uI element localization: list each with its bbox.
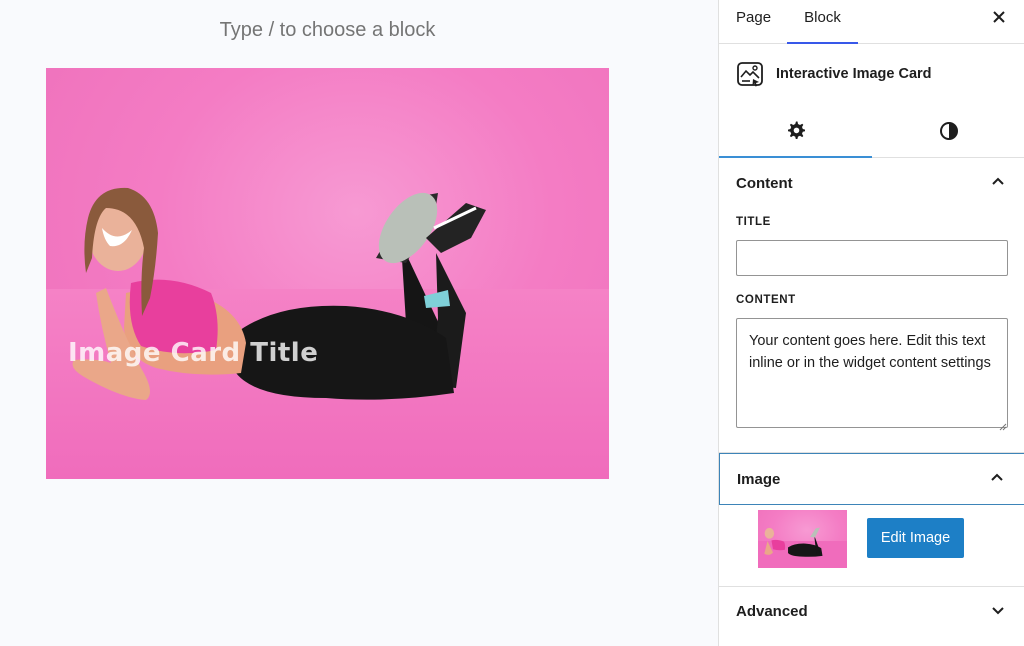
chevron-down-icon (991, 603, 1005, 621)
image-card[interactable]: Image Card Title (46, 68, 609, 479)
block-inspector-tabs (719, 108, 1024, 158)
editor-canvas: Type / to choose a block Image Card Titl… (0, 0, 718, 646)
tab-styles[interactable] (872, 108, 1024, 158)
image-card-title[interactable]: Image Card Title (68, 338, 318, 368)
interactive-image-card-icon (736, 60, 764, 93)
chevron-up-icon (991, 174, 1005, 192)
thumbnail-illustration (758, 527, 847, 568)
content-panel-toggle[interactable]: Content (719, 158, 1024, 208)
sidebar-tabs: Page Block (719, 0, 1024, 44)
advanced-panel-toggle[interactable]: Advanced (719, 586, 1024, 636)
image-panel-toggle[interactable]: Image (719, 453, 1024, 505)
title-field-label: TITLE (736, 216, 771, 228)
settings-sidebar: Page Block Interactive Image Card Conten… (718, 0, 1024, 646)
content-textarea[interactable]: Your content goes here. Edit this text i… (736, 318, 1008, 428)
block-placeholder[interactable]: Type / to choose a block (0, 19, 655, 42)
block-title: Interactive Image Card (776, 66, 932, 82)
contrast-icon (939, 121, 959, 146)
edit-image-button[interactable]: Edit Image (867, 518, 964, 558)
resize-grip-icon[interactable] (999, 418, 1007, 431)
photo-illustration (72, 187, 486, 400)
image-panel-title: Image (737, 470, 781, 488)
image-thumbnail[interactable] (758, 510, 847, 568)
close-icon[interactable] (992, 8, 1006, 29)
content-field-label: CONTENT (736, 294, 796, 306)
tab-block[interactable]: Block (787, 0, 858, 44)
gear-icon (786, 120, 806, 145)
tab-settings[interactable] (719, 108, 872, 158)
title-field[interactable] (736, 240, 1008, 276)
chevron-up-icon (990, 470, 1004, 488)
tab-page[interactable]: Page (736, 0, 771, 44)
advanced-panel-title: Advanced (736, 603, 808, 620)
content-panel-title: Content (736, 174, 793, 192)
